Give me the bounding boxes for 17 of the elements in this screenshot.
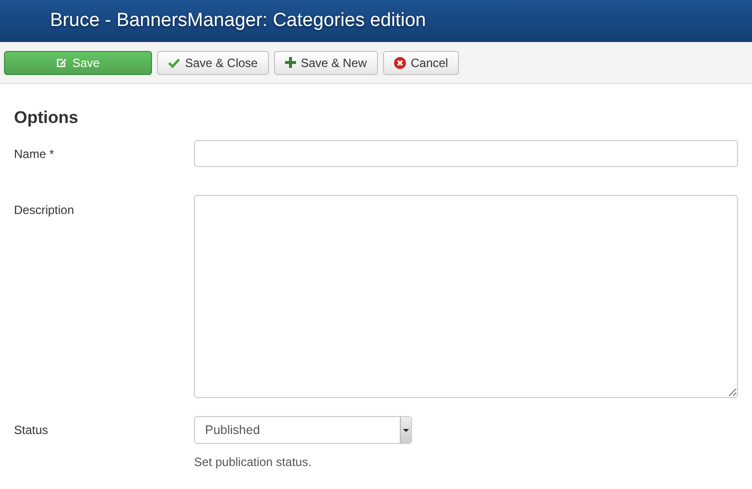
caret-icon	[400, 417, 411, 443]
save-close-button[interactable]: Save & Close	[157, 50, 269, 74]
help-text: Set publication status.	[194, 455, 312, 469]
section-title: Options	[14, 108, 80, 128]
field-label: Name *	[14, 146, 56, 163]
field-label: Description	[14, 202, 76, 219]
cancel-button[interactable]: Cancel	[382, 50, 460, 74]
edit-icon	[56, 57, 68, 68]
cancel-icon	[394, 56, 406, 68]
description-textarea[interactable]	[194, 195, 738, 398]
status-select[interactable]: Published	[194, 416, 412, 444]
name-input[interactable]	[194, 140, 738, 167]
plus-icon	[284, 57, 296, 68]
check-icon	[168, 58, 180, 68]
field-label: Status	[14, 422, 50, 439]
page-title: Bruce - BannersManager: Categories edition	[50, 10, 426, 32]
save-new-button[interactable]: Save & New	[274, 50, 378, 74]
